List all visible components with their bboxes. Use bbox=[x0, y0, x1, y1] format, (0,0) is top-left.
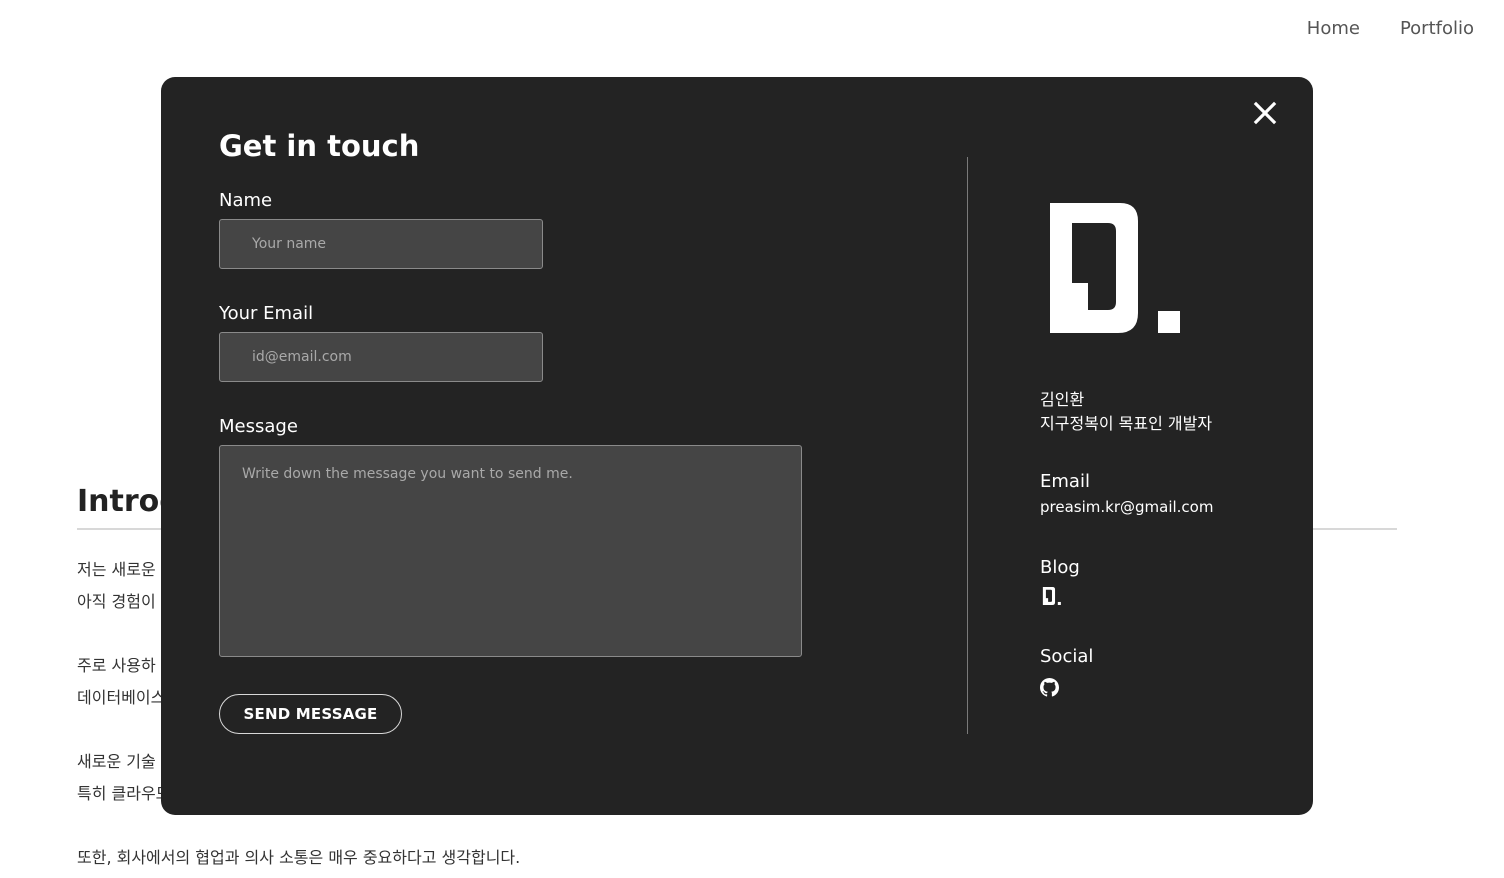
contact-modal: Get in touch Name Your Email Message SEN… bbox=[161, 77, 1313, 815]
github-link[interactable] bbox=[1040, 678, 1059, 701]
social-heading: Social bbox=[1040, 646, 1094, 667]
blog-link[interactable] bbox=[1042, 587, 1062, 609]
profile-name: 김인환 bbox=[1040, 390, 1085, 409]
message-input[interactable] bbox=[219, 445, 802, 657]
name-input[interactable] bbox=[219, 219, 543, 269]
d-logo-icon bbox=[1050, 203, 1182, 333]
intro-text-line: 아직 경험이 bbox=[77, 592, 156, 611]
email-heading: Email bbox=[1040, 471, 1090, 492]
intro-text-line: 특히 클라우드 bbox=[77, 784, 171, 803]
vertical-divider bbox=[967, 157, 968, 734]
contact-form: Get in touch Name Your Email Message SEN… bbox=[219, 129, 802, 734]
modal-title: Get in touch bbox=[219, 129, 420, 163]
close-icon bbox=[1253, 101, 1277, 125]
email-address[interactable]: preasim.kr@gmail.com bbox=[1040, 498, 1213, 516]
email-label: Your Email bbox=[219, 303, 314, 324]
intro-text-line: 주로 사용하 bbox=[77, 656, 156, 675]
profile-tagline: 지구정복이 목표인 개발자 bbox=[1040, 414, 1213, 433]
close-button[interactable] bbox=[1245, 93, 1285, 133]
nav-link-home[interactable]: Home bbox=[1307, 18, 1360, 39]
message-label: Message bbox=[219, 416, 298, 437]
github-icon bbox=[1040, 678, 1059, 697]
d-logo-small-icon bbox=[1042, 587, 1061, 605]
send-message-button[interactable]: SEND MESSAGE bbox=[219, 694, 402, 734]
email-input[interactable] bbox=[219, 332, 543, 382]
name-label: Name bbox=[219, 190, 273, 211]
intro-text-line: 저는 새로운 bbox=[77, 560, 156, 579]
intro-text-line: 데이터베이스 bbox=[77, 688, 166, 707]
top-nav: Home Portfolio bbox=[1307, 18, 1474, 39]
intro-text-line: 새로운 기술 bbox=[77, 752, 156, 771]
nav-link-portfolio[interactable]: Portfolio bbox=[1400, 18, 1474, 39]
blog-heading: Blog bbox=[1040, 557, 1080, 578]
intro-text-line: 또한, 회사에서의 협업과 의사 소통은 매우 중요하다고 생각합니다. bbox=[77, 848, 521, 867]
